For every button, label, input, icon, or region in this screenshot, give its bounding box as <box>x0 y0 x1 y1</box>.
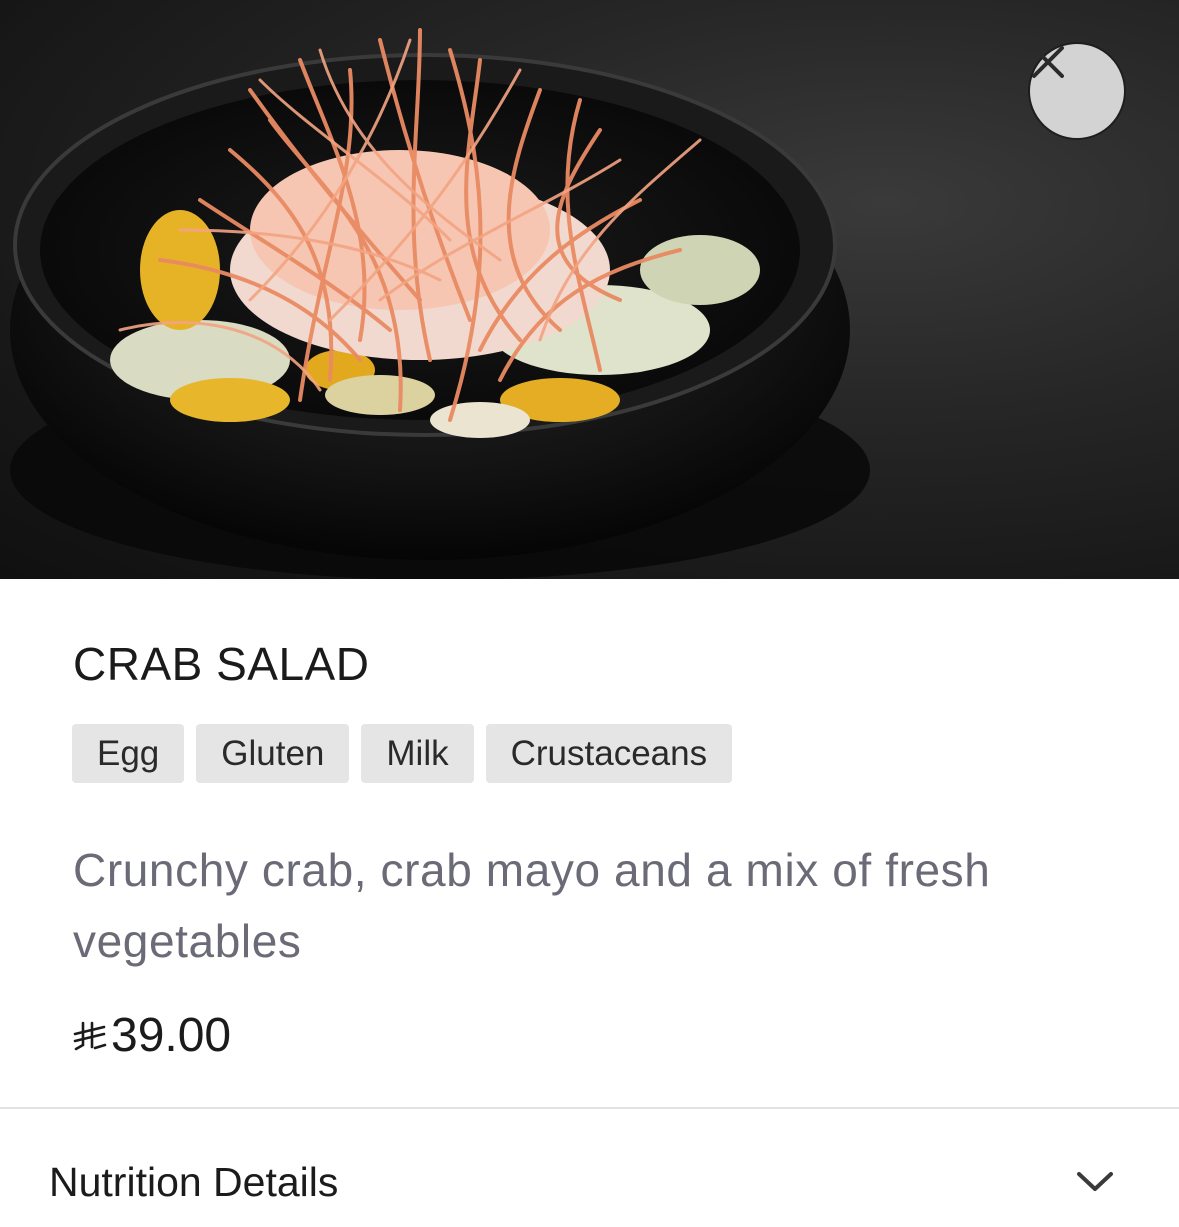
product-detail-sheet: CRAB SALAD Egg Gluten Milk Crustaceans C… <box>0 0 1179 1227</box>
price-amount: 39.00 <box>111 1009 232 1062</box>
close-icon <box>1032 46 1064 78</box>
section-divider <box>0 1107 1179 1109</box>
nutrition-details-label: Nutrition Details <box>49 1159 339 1205</box>
allergen-tag-egg: Egg <box>72 724 185 783</box>
allergen-tag-gluten: Gluten <box>196 724 350 783</box>
saudi-riyal-icon <box>73 1021 107 1050</box>
product-price: 39.00 <box>73 1008 231 1063</box>
allergen-tags: Egg Gluten Milk Crustaceans <box>72 724 733 783</box>
product-title: CRAB SALAD <box>73 638 370 690</box>
salad-bowl-photo <box>10 28 870 579</box>
close-button[interactable] <box>1028 42 1126 140</box>
allergen-tag-milk: Milk <box>361 724 474 783</box>
chevron-down-icon <box>1077 1172 1113 1191</box>
nutrition-details-toggle[interactable]: Nutrition Details <box>0 1110 1179 1227</box>
product-description: Crunchy crab, crab mayo and a mix of fre… <box>73 844 991 967</box>
allergen-tag-crustaceans: Crustaceans <box>485 724 733 783</box>
product-image <box>0 0 1179 579</box>
